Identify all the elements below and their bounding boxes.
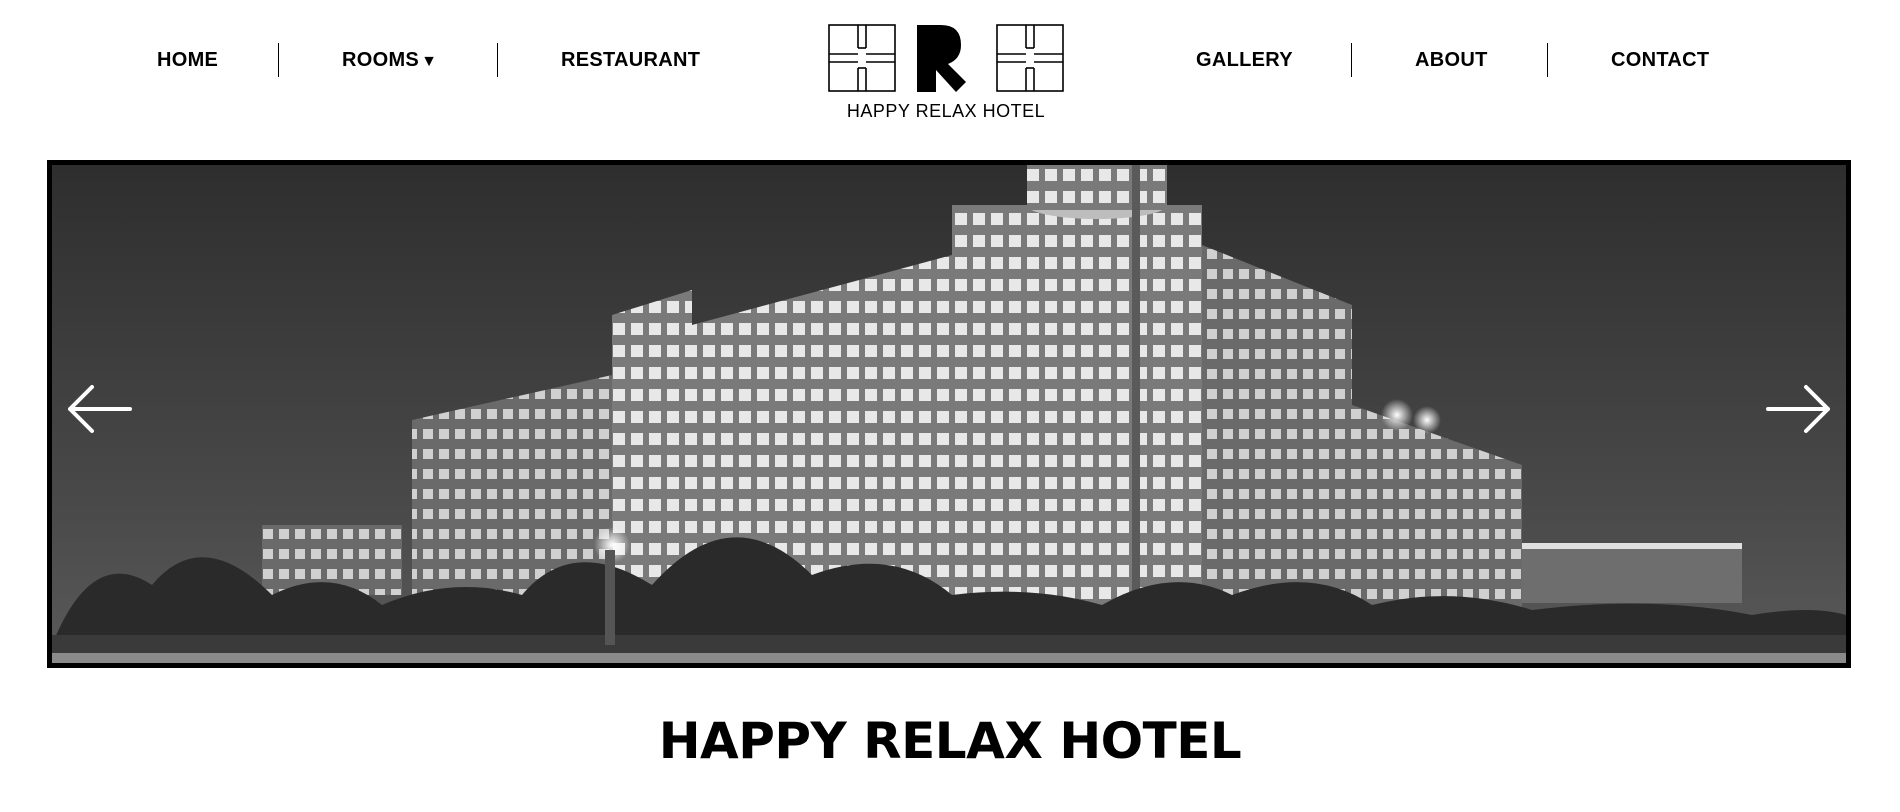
nav-rooms-link[interactable]: ROOMS ▼ [342,48,437,72]
nav-about-link[interactable]: ABOUT [1415,48,1488,72]
page-title: HAPPY RELAX HOTEL [658,712,1242,770]
site-header: HOME ROOMS ▼ RESTAURANT HAPPY RELAX HOTE… [0,0,1900,160]
hotel-logo[interactable] [828,24,1064,92]
nav-gallery-link[interactable]: GALLERY [1196,48,1293,72]
nav-restaurant-link[interactable]: RESTAURANT [561,48,700,72]
nav-divider [1547,43,1548,77]
nav-divider [1351,43,1352,77]
nav-divider [278,43,279,77]
hotel-building-photo [52,165,1846,663]
page: HOME ROOMS ▼ RESTAURANT HAPPY RELAX HOTE… [0,0,1900,812]
logo-caption: HAPPY RELAX HOTEL [846,101,1046,121]
chevron-down-icon: ▼ [421,53,438,70]
nav-contact-link[interactable]: CONTACT [1611,48,1709,72]
arrow-right-icon[interactable] [1764,383,1834,435]
arrow-left-icon[interactable] [64,383,134,435]
nav-home-link[interactable]: HOME [157,48,218,72]
hero-slider [47,160,1851,668]
nav-rooms-label: ROOMS [342,49,420,71]
nav-divider [497,43,498,77]
